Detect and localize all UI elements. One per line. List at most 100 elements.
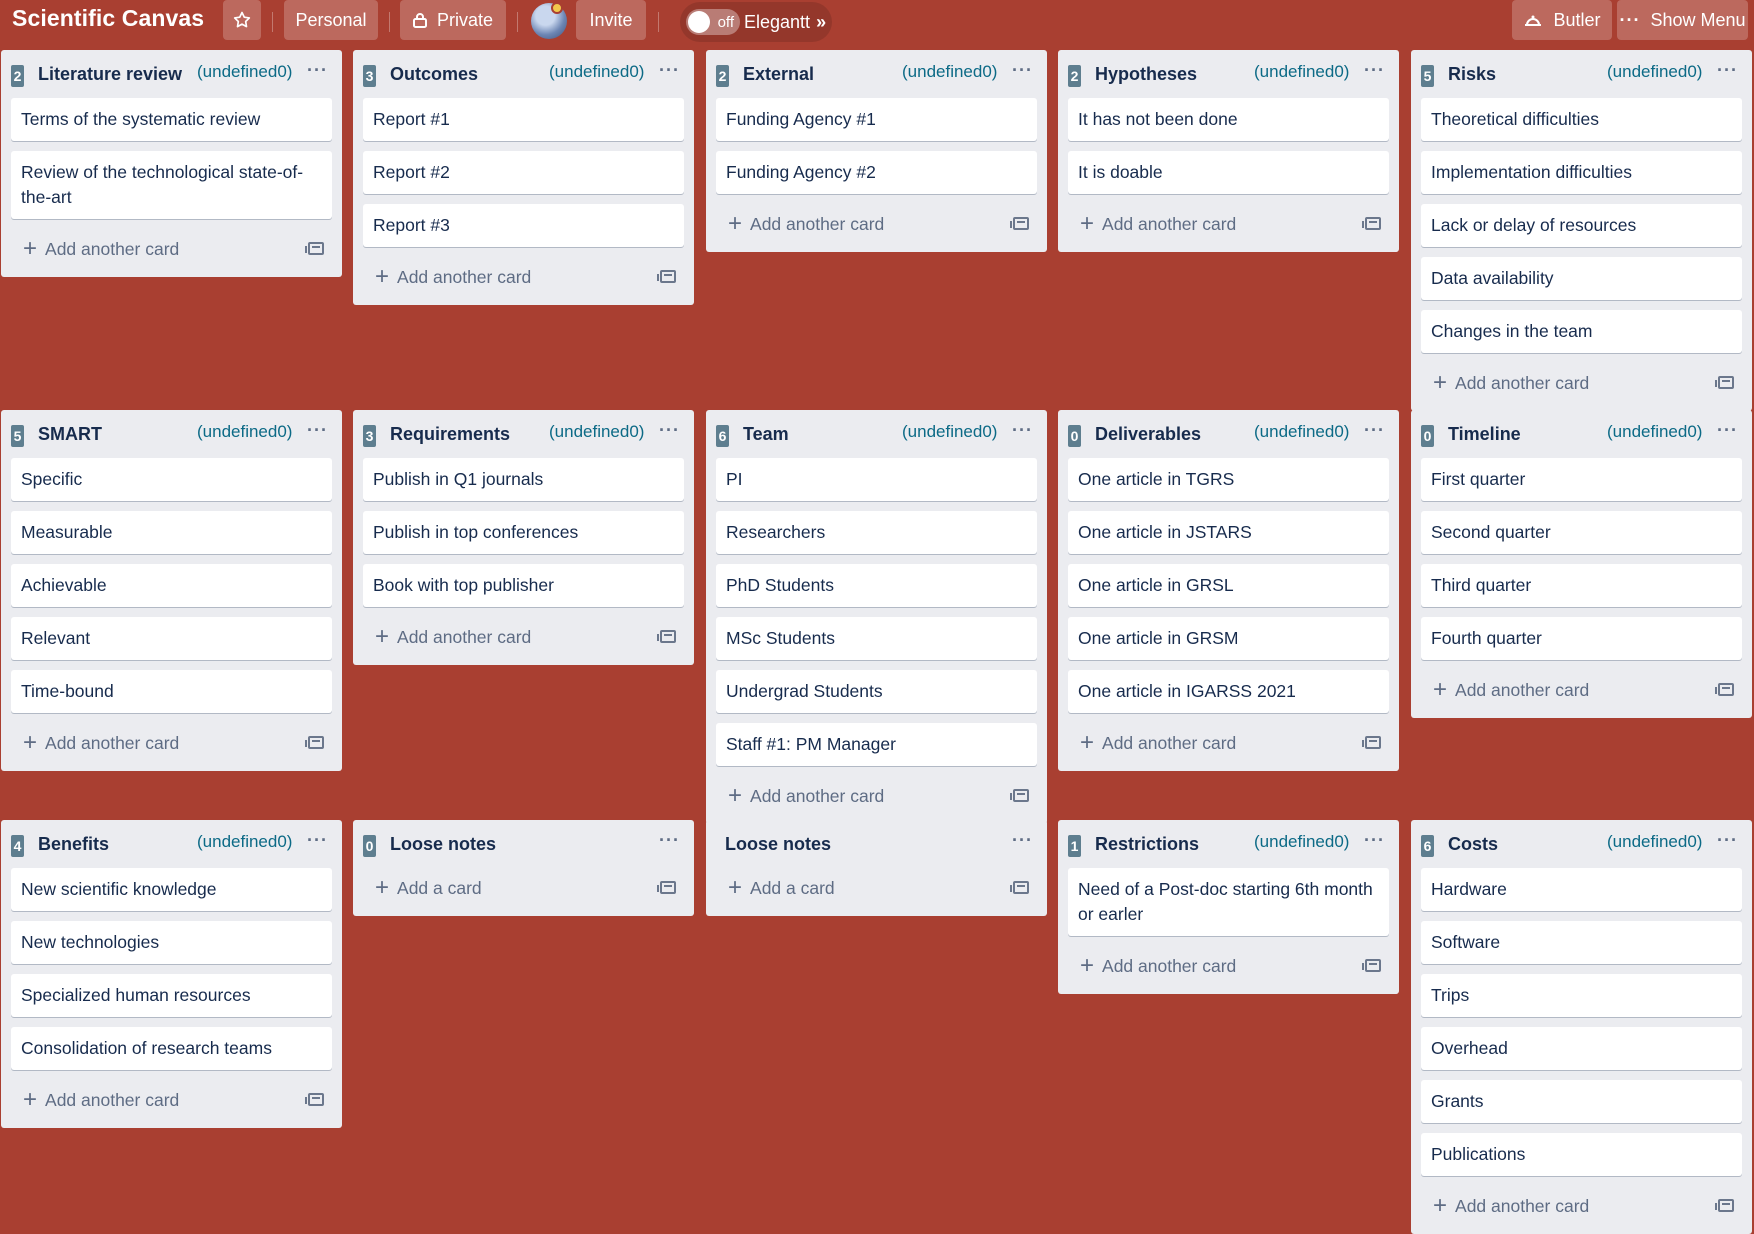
- list-menu-icon[interactable]: ···: [1012, 420, 1033, 441]
- add-card-button[interactable]: + Add a card: [716, 868, 1037, 908]
- add-card-button[interactable]: + Add another card: [11, 229, 332, 269]
- add-card-button[interactable]: + Add another card: [1068, 946, 1389, 986]
- list-title[interactable]: Team: [743, 424, 789, 445]
- card[interactable]: PhD Students: [716, 564, 1037, 607]
- card[interactable]: Report #1: [363, 98, 684, 141]
- card[interactable]: Measurable: [11, 511, 332, 554]
- add-card-button[interactable]: + Add a card: [363, 868, 684, 908]
- team-visibility-button[interactable]: Personal: [284, 0, 378, 40]
- card[interactable]: Publications: [1421, 1133, 1742, 1176]
- card[interactable]: Changes in the team: [1421, 310, 1742, 353]
- card[interactable]: New technologies: [11, 921, 332, 964]
- list-menu-icon[interactable]: ···: [307, 60, 328, 81]
- list-menu-icon[interactable]: ···: [659, 60, 680, 81]
- card[interactable]: PI: [716, 458, 1037, 501]
- invite-button[interactable]: Invite: [576, 0, 646, 40]
- card-template-icon[interactable]: [1010, 789, 1029, 802]
- card-template-icon[interactable]: [305, 242, 324, 255]
- list[interactable]: 0 Loose notes ··· + Add a card: [353, 820, 694, 916]
- list[interactable]: Loose notes ··· + Add a card: [706, 820, 1047, 916]
- list-title[interactable]: Benefits: [38, 834, 109, 855]
- list[interactable]: 3 Outcomes (undefined0) ··· Report #1 Report …: [353, 50, 694, 305]
- card-template-icon[interactable]: [1715, 1199, 1734, 1212]
- list-menu-icon[interactable]: ···: [1717, 60, 1738, 81]
- list-title[interactable]: Costs: [1448, 834, 1498, 855]
- card[interactable]: Trips: [1421, 974, 1742, 1017]
- list-header[interactable]: 4 Benefits (undefined0) ···: [1, 820, 342, 868]
- card[interactable]: Staff #1: PM Manager: [716, 723, 1037, 766]
- card[interactable]: New scientific knowledge: [11, 868, 332, 911]
- card[interactable]: Researchers: [716, 511, 1037, 554]
- list-title[interactable]: Risks: [1448, 64, 1496, 85]
- card[interactable]: Need of a Post-doc starting 6th month or…: [1068, 868, 1389, 936]
- board-title[interactable]: Scientific Canvas: [12, 5, 204, 32]
- card-template-icon[interactable]: [1362, 736, 1381, 749]
- list-header[interactable]: 6 Team (undefined0) ···: [706, 410, 1047, 458]
- card[interactable]: Funding Agency #2: [716, 151, 1037, 194]
- card[interactable]: Time-bound: [11, 670, 332, 713]
- card[interactable]: One article in TGRS: [1068, 458, 1389, 501]
- card[interactable]: First quarter: [1421, 458, 1742, 501]
- list[interactable]: 6 Team (undefined0) ··· PI Researchers PhD Stu…: [706, 410, 1047, 824]
- add-card-button[interactable]: + Add another card: [1421, 1186, 1742, 1226]
- list-header[interactable]: 2 Literature review (undefined0) ···: [1, 50, 342, 98]
- card[interactable]: Specialized human resources: [11, 974, 332, 1017]
- add-card-button[interactable]: + Add another card: [363, 257, 684, 297]
- card-template-icon[interactable]: [1362, 959, 1381, 972]
- list-menu-icon[interactable]: ···: [1364, 60, 1385, 81]
- add-card-button[interactable]: + Add another card: [1421, 670, 1742, 710]
- list-header[interactable]: 2 External (undefined0) ···: [706, 50, 1047, 98]
- card-template-icon[interactable]: [305, 1093, 324, 1106]
- list-title[interactable]: Loose notes: [725, 834, 831, 855]
- list-header[interactable]: 5 SMART (undefined0) ···: [1, 410, 342, 458]
- list[interactable]: 5 SMART (undefined0) ··· Specific Measurable A…: [1, 410, 342, 771]
- list-title[interactable]: Loose notes: [390, 834, 496, 855]
- card[interactable]: Review of the technological state-of-the…: [11, 151, 332, 219]
- card-template-icon[interactable]: [305, 736, 324, 749]
- card[interactable]: Fourth quarter: [1421, 617, 1742, 660]
- list[interactable]: 0 Timeline (undefined0) ··· First quarter Sec…: [1411, 410, 1752, 718]
- card[interactable]: One article in GRSM: [1068, 617, 1389, 660]
- add-card-button[interactable]: + Add another card: [1068, 204, 1389, 244]
- card-template-icon[interactable]: [657, 881, 676, 894]
- card[interactable]: It has not been done: [1068, 98, 1389, 141]
- card[interactable]: Implementation difficulties: [1421, 151, 1742, 194]
- list[interactable]: 3 Requirements (undefined0) ··· Publish in Q…: [353, 410, 694, 665]
- card[interactable]: Consolidation of research teams: [11, 1027, 332, 1070]
- card[interactable]: Overhead: [1421, 1027, 1742, 1070]
- list-menu-icon[interactable]: ···: [1717, 420, 1738, 441]
- add-card-button[interactable]: + Add another card: [363, 617, 684, 657]
- card-template-icon[interactable]: [1010, 217, 1029, 230]
- elegantt-toggle[interactable]: off: [686, 9, 740, 35]
- add-card-button[interactable]: + Add another card: [11, 1080, 332, 1120]
- card[interactable]: Specific: [11, 458, 332, 501]
- list[interactable]: 6 Costs (undefined0) ··· Hardware Software Tri…: [1411, 820, 1752, 1234]
- list[interactable]: 2 Literature review (undefined0) ··· Terms o…: [1, 50, 342, 277]
- list-menu-icon[interactable]: ···: [1364, 420, 1385, 441]
- list-title[interactable]: Requirements: [390, 424, 510, 445]
- card[interactable]: Hardware: [1421, 868, 1742, 911]
- card-template-icon[interactable]: [657, 630, 676, 643]
- add-card-button[interactable]: + Add another card: [716, 776, 1037, 816]
- list-title[interactable]: Outcomes: [390, 64, 478, 85]
- card[interactable]: Theoretical difficulties: [1421, 98, 1742, 141]
- list[interactable]: 4 Benefits (undefined0) ··· New scientific k…: [1, 820, 342, 1128]
- list-header[interactable]: 1 Restrictions (undefined0) ···: [1058, 820, 1399, 868]
- list[interactable]: 1 Restrictions (undefined0) ··· Need of a Po…: [1058, 820, 1399, 994]
- list-title[interactable]: Restrictions: [1095, 834, 1199, 855]
- list[interactable]: 0 Deliverables (undefined0) ··· One article …: [1058, 410, 1399, 771]
- card[interactable]: Terms of the systematic review: [11, 98, 332, 141]
- list[interactable]: 2 External (undefined0) ··· Funding Agency #…: [706, 50, 1047, 252]
- card[interactable]: Book with top publisher: [363, 564, 684, 607]
- card[interactable]: Publish in Q1 journals: [363, 458, 684, 501]
- list-title[interactable]: Timeline: [1448, 424, 1521, 445]
- card[interactable]: Achievable: [11, 564, 332, 607]
- list-header[interactable]: Loose notes ···: [706, 820, 1047, 868]
- butler-button[interactable]: Butler: [1512, 0, 1612, 40]
- card-template-icon[interactable]: [1715, 683, 1734, 696]
- add-card-button[interactable]: + Add another card: [1068, 723, 1389, 763]
- list-header[interactable]: 6 Costs (undefined0) ···: [1411, 820, 1752, 868]
- list-menu-icon[interactable]: ···: [1717, 830, 1738, 851]
- list[interactable]: 2 Hypotheses (undefined0) ··· It has not bee…: [1058, 50, 1399, 252]
- list-title[interactable]: SMART: [38, 424, 102, 445]
